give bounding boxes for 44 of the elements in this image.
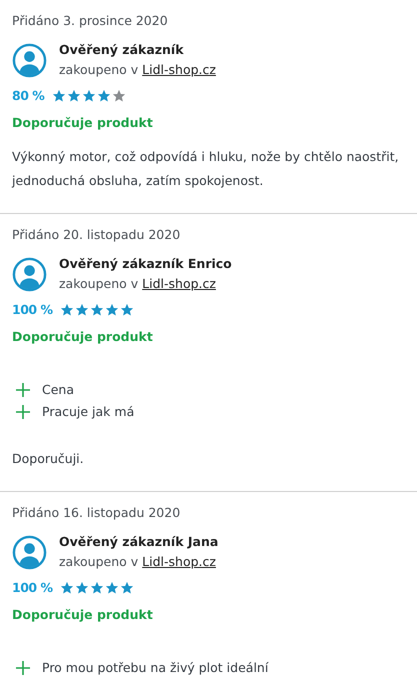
- recommendation-label: Doporučuje produkt: [12, 114, 154, 132]
- shop-link[interactable]: Lidl-shop.cz: [142, 60, 216, 80]
- avatar-icon: [12, 42, 47, 78]
- recommendation-label: Doporučuje produkt: [12, 606, 154, 624]
- star-icon: [82, 88, 96, 102]
- star-icon: [75, 302, 90, 316]
- pro-item: Pro mou potřebu na živý plot ideální: [42, 659, 268, 677]
- review-text: Výkonný motor, což odpovídá i hluku, nože by chtělo naostřit, jednoduchá obsluha, zatím spokojenost.: [12, 148, 400, 190]
- recommendation-label: Doporučuje produkt: [12, 328, 154, 346]
- star-icon: [60, 580, 74, 594]
- pro-item: Cena: [42, 381, 74, 399]
- review-date: Přidáno 3. prosince 2020: [12, 12, 169, 30]
- avatar-icon: [12, 256, 47, 292]
- review-date: Přidáno 20. listopadu 2020: [12, 226, 182, 244]
- rating-percent: 100 %: [12, 302, 52, 317]
- star-icon: [67, 88, 82, 102]
- plus-icon: [16, 661, 30, 675]
- shop-link[interactable]: Lidl-shop.cz: [142, 274, 216, 294]
- star-icon: [112, 88, 126, 102]
- review-date: Přidáno 16. listopadu 2020: [12, 504, 182, 522]
- reviewer-name: Ověřený zákazník Enrico: [59, 255, 232, 273]
- rating-percent: 100 %: [12, 580, 52, 595]
- rating-percent: 80 %: [12, 88, 44, 103]
- star-icon: [120, 302, 134, 316]
- star-icon: [75, 580, 90, 594]
- avatar-icon: [12, 534, 47, 570]
- purchase-source-label: zakoupeno v: [59, 275, 138, 293]
- star-icon: [105, 302, 120, 316]
- star-icon: [90, 302, 104, 316]
- purchase-source-label: zakoupeno v: [59, 61, 138, 79]
- review-text: Doporučuji.: [12, 450, 85, 468]
- shop-link[interactable]: Lidl-shop.cz: [142, 552, 216, 572]
- pro-item: Pracuje jak má: [42, 403, 134, 421]
- star-icon: [52, 88, 66, 102]
- star-icon: [97, 88, 112, 102]
- purchase-source-label: zakoupeno v: [59, 553, 138, 571]
- plus-icon: [16, 405, 30, 419]
- reviewer-name: Ověřený zákazník Jana: [59, 533, 218, 551]
- star-icon: [105, 580, 120, 594]
- reviewer-name: Ověřený zákazník: [59, 41, 185, 59]
- star-icon: [60, 302, 74, 316]
- star-icon: [90, 580, 104, 594]
- star-icon: [120, 580, 134, 594]
- plus-icon: [16, 383, 30, 397]
